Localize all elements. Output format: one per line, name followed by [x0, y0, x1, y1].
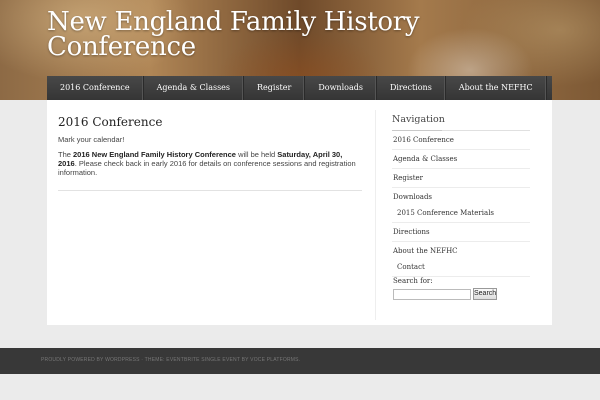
event-description: The 2016 New England Family History Conf…: [58, 150, 362, 177]
sidebar-item-agenda-classes[interactable]: Agenda & Classes: [392, 150, 530, 169]
search-input[interactable]: [393, 289, 471, 300]
sidebar-item-directions[interactable]: Directions: [392, 223, 530, 242]
site-title[interactable]: New England Family History Conference: [47, 9, 467, 60]
sidebar-item-register[interactable]: Register: [392, 169, 530, 188]
search-button[interactable]: Search: [473, 288, 497, 300]
description-mid: will be held: [235, 150, 278, 159]
intro-text: Mark your calendar!: [58, 135, 125, 144]
nav-item-downloads[interactable]: Downloads: [305, 76, 377, 100]
description-post: . Please check back in early 2016 for de…: [58, 159, 356, 177]
search-label: Search for:: [393, 277, 433, 285]
description-pre: The: [58, 150, 74, 159]
conference-name: 2016 New England Family History Conferen…: [73, 150, 236, 159]
sidebar-heading: Navigation: [392, 114, 530, 131]
footer-credits: PROUDLY POWERED BY WORDPRESS · THEME: EV…: [41, 357, 301, 363]
sidebar-item-downloads[interactable]: Downloads: [392, 188, 530, 206]
sidebar-item-2016-conference[interactable]: 2016 Conference: [392, 131, 530, 150]
sidebar: Navigation 2016 Conference Agenda & Clas…: [392, 114, 530, 277]
content-area: 2016 Conference Mark your calendar! The …: [47, 100, 552, 325]
nav-item-about[interactable]: About the NEFHC: [446, 76, 547, 100]
nav-item-2016-conference[interactable]: 2016 Conference: [47, 76, 144, 100]
main-nav: 2016 Conference Agenda & Classes Registe…: [47, 76, 552, 100]
sidebar-item-contact[interactable]: Contact: [392, 260, 530, 277]
content-divider: [58, 190, 362, 191]
page-title: 2016 Conference: [58, 115, 163, 129]
column-divider: [375, 110, 376, 320]
sidebar-item-about[interactable]: About the NEFHC: [392, 242, 530, 260]
site-footer: PROUDLY POWERED BY WORDPRESS · THEME: EV…: [0, 348, 600, 374]
nav-item-register[interactable]: Register: [244, 76, 306, 100]
nav-item-directions[interactable]: Directions: [377, 76, 446, 100]
sidebar-item-2015-materials[interactable]: 2015 Conference Materials: [392, 206, 530, 223]
nav-item-agenda-classes[interactable]: Agenda & Classes: [144, 76, 245, 100]
main-content: 2016 Conference Mark your calendar! The …: [58, 115, 362, 191]
